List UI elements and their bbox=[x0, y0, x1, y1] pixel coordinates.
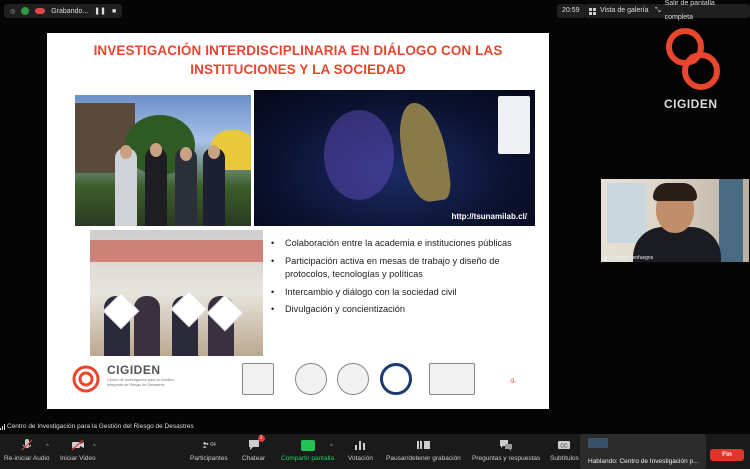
share-screen-button[interactable]: Compartir pantalla bbox=[281, 438, 334, 462]
cigiden-logo-icon bbox=[72, 365, 100, 393]
shield-icon[interactable] bbox=[21, 7, 30, 15]
menu-icon[interactable]: ◎ bbox=[10, 8, 15, 15]
poll-icon bbox=[355, 441, 366, 450]
cigiden-logo-subtitle: Centro de Investigación para la Gestión … bbox=[107, 378, 174, 387]
participant-video[interactable] bbox=[601, 179, 749, 262]
reinitiate-audio-button[interactable]: Re-iniciar Audio bbox=[4, 438, 50, 462]
children-photo bbox=[90, 230, 263, 356]
slide-title: INVESTIGACIÓN INTERDISCIPLINARIA EN DIÁL… bbox=[47, 41, 549, 79]
start-video-button[interactable]: Iniciar Video bbox=[60, 438, 96, 462]
qa-icon bbox=[500, 440, 513, 451]
map-control-panel bbox=[498, 96, 530, 154]
pause-stop-recording-button[interactable]: Pausar/detener grabación bbox=[386, 438, 461, 462]
mic-icon bbox=[604, 255, 607, 261]
gallery-view-button[interactable]: Vista de galería bbox=[584, 4, 654, 18]
active-speaker-label: Hablando: Centro de Investigación p... bbox=[588, 458, 699, 465]
cigiden-side-logo-text: CIGIDEN bbox=[664, 97, 718, 111]
pause-icon[interactable]: ❚❚ bbox=[94, 7, 106, 15]
south-america-map bbox=[395, 99, 453, 205]
cc-icon: CC bbox=[558, 441, 571, 450]
exit-fullscreen-button[interactable]: ⤡ Salir de pantalla completa bbox=[650, 0, 750, 21]
participants-count: 64 bbox=[210, 442, 216, 448]
slide-title-line2: INSTITUCIONES Y LA SOCIEDAD bbox=[190, 62, 406, 77]
pause-stop-icon bbox=[417, 441, 431, 449]
audio-options-caret[interactable]: ^ bbox=[46, 444, 49, 450]
cigiden-logo-text: CIGIDEN bbox=[107, 363, 161, 377]
slide-title-line1: INVESTIGACIÓN INTERDISCIPLINARIA EN DIÁL… bbox=[93, 43, 503, 58]
university-seal-icon bbox=[295, 363, 327, 395]
svg-text:CC: CC bbox=[561, 444, 569, 450]
bullet-item: Participación activa en mesas de trabajo… bbox=[267, 255, 537, 282]
university-crest-icon bbox=[429, 363, 475, 395]
share-options-caret[interactable]: ^ bbox=[330, 444, 333, 450]
grid-icon bbox=[589, 7, 596, 15]
university-seal-icon bbox=[337, 363, 369, 395]
qa-button[interactable]: Preguntas y respuestas bbox=[472, 438, 540, 462]
participants-button[interactable]: 64 Participantes bbox=[190, 438, 228, 462]
officials-photo bbox=[75, 95, 251, 226]
exit-fullscreen-label: Salir de pantalla completa bbox=[664, 0, 715, 21]
chat-button[interactable]: 1 Chatear bbox=[242, 435, 265, 462]
meeting-clock: 20:59 bbox=[557, 4, 585, 18]
shared-slide: INVESTIGACIÓN INTERDISCIPLINARIA EN DIÁL… bbox=[47, 33, 549, 409]
slide-bullet-list: Colaboración entre la academia e institu… bbox=[267, 237, 537, 321]
active-speaker-panel[interactable]: Hablando: Centro de Investigación p... bbox=[580, 434, 706, 469]
map-url: http://tsunamilab.cl/ bbox=[451, 212, 527, 221]
exit-fullscreen-icon: ⤡ bbox=[655, 7, 661, 14]
participant-name: Rodrigo Cienfuegos bbox=[604, 255, 653, 261]
camera-off-icon bbox=[71, 439, 84, 451]
screen-share-label: Centro de Investigación para la Gestión … bbox=[0, 423, 194, 430]
stop-icon[interactable]: ■ bbox=[112, 8, 116, 15]
chat-badge: 1 bbox=[257, 435, 265, 442]
participants-icon bbox=[202, 442, 209, 448]
tsunami-map-screenshot: http://tsunamilab.cl/ bbox=[254, 90, 535, 226]
gallery-view-label: Vista de galería bbox=[600, 7, 649, 14]
headphone-muted-icon bbox=[21, 439, 33, 451]
recording-label: Grabando... bbox=[51, 7, 89, 15]
top-bar: ◎ Grabando... ❚❚ ■ 20:59 Vista de galerí… bbox=[0, 0, 750, 22]
video-options-caret[interactable]: ^ bbox=[93, 444, 96, 450]
subtitles-button[interactable]: CC Subtítulos bbox=[550, 438, 579, 462]
end-meeting-button[interactable]: Fin bbox=[710, 449, 744, 461]
poll-button[interactable]: Votación bbox=[348, 438, 373, 462]
cigiden-logo-icon bbox=[666, 28, 720, 90]
university-logo-icon bbox=[242, 363, 274, 395]
slide-page-number: -9- bbox=[509, 379, 517, 385]
bullet-item: Colaboración entre la academia e institu… bbox=[267, 237, 537, 251]
cloud-record-icon bbox=[35, 8, 46, 14]
bullet-item: Intercambio y diálogo con la sociedad ci… bbox=[267, 286, 537, 300]
recording-indicator: ◎ Grabando... ❚❚ ■ bbox=[4, 4, 123, 18]
zoom-meeting-window: ◎ Grabando... ❚❚ ■ 20:59 Vista de galerí… bbox=[0, 0, 750, 469]
bullet-item: Divulgación y concientización bbox=[267, 303, 537, 317]
speaker-thumbnail bbox=[588, 438, 608, 448]
signal-icon bbox=[0, 423, 5, 430]
university-seal-icon bbox=[380, 363, 412, 395]
share-screen-icon bbox=[300, 439, 315, 451]
